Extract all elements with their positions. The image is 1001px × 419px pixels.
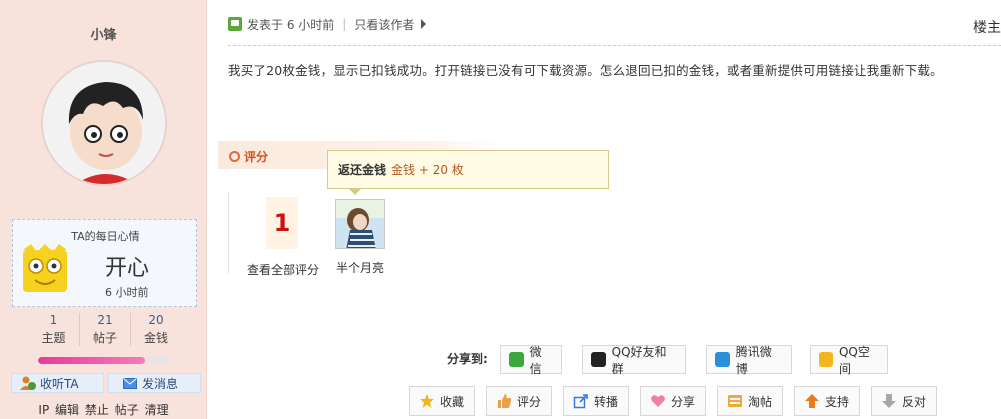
triangle-right-icon — [421, 19, 427, 29]
send-message-label: 发消息 — [142, 376, 179, 391]
follow-button[interactable]: 收听TA — [11, 373, 104, 393]
avatar-cartoon-image — [43, 62, 165, 184]
envelope-icon — [123, 377, 137, 389]
level-progress-bar — [38, 357, 168, 364]
tooltip-reward: 金钱 + 20 枚 — [391, 163, 464, 177]
admin-link-clean[interactable]: 清理 — [145, 403, 169, 417]
folder-icon — [728, 395, 742, 407]
rating-tooltip: 返还金钱 金钱 + 20 枚 — [327, 150, 609, 195]
arrow-up-icon — [805, 394, 819, 408]
star-icon — [420, 394, 434, 408]
share-action-label: 分享 — [671, 394, 696, 409]
tencent-weibo-icon — [715, 352, 730, 367]
wechat-icon — [509, 352, 524, 367]
user-stats: 1 主题 21 帖子 20 金钱 — [28, 313, 181, 346]
rating-label: 评分 — [244, 150, 269, 164]
collect-thread-button[interactable]: 淘帖 — [717, 386, 783, 416]
view-all-ratings-link[interactable]: 查看全部评分 — [247, 261, 319, 278]
posted-time: 发表于 6 小时前 — [247, 17, 335, 32]
stat-money[interactable]: 20 金钱 — [130, 313, 181, 346]
support-label: 支持 — [825, 394, 850, 409]
thumb-icon — [498, 394, 512, 408]
online-status-icon — [228, 17, 242, 31]
mood-title: TA的每日心情 — [71, 230, 140, 243]
share-qzone-label: QQ空间 — [838, 344, 870, 376]
rating-divider — [228, 192, 229, 274]
share-tencent-weibo-label: 腾讯微博 — [735, 344, 772, 376]
stat-threads[interactable]: 1 主题 — [28, 313, 79, 346]
share-qq-button[interactable]: QQ好友和群 — [582, 344, 686, 376]
author-only-link[interactable]: 只看该作者 — [354, 16, 414, 33]
admin-link-ban[interactable]: 禁止 — [85, 403, 109, 417]
rating-title: 评分 — [229, 148, 268, 165]
follow-user-icon — [20, 376, 36, 390]
rater-name[interactable]: 半个月亮 — [336, 259, 384, 276]
stat-threads-num[interactable]: 1 — [28, 313, 79, 327]
favorite-button[interactable]: 收藏 — [409, 386, 475, 416]
admin-links: IP 编辑 禁止 帖子 清理 — [0, 401, 207, 418]
mood-time: 6 小时前 — [105, 286, 149, 299]
author-sidebar: 小锋 TA的每日心情 开心 6 小时前 1 主题 21 帖子 20 金钱 收听T… — [0, 0, 207, 419]
divider: | — [342, 17, 347, 31]
qq-icon — [591, 352, 606, 367]
share-qzone-button[interactable]: QQ空间 — [810, 344, 888, 376]
level-progress-fill — [38, 357, 145, 364]
stat-posts[interactable]: 21 帖子 — [79, 313, 130, 346]
mood-value: 开心 — [105, 256, 150, 281]
send-message-button[interactable]: 发消息 — [108, 373, 201, 393]
stat-posts-label: 帖子 — [92, 331, 117, 345]
admin-link-ip[interactable]: IP — [38, 403, 49, 417]
rating-score: 1 — [266, 197, 298, 249]
oppose-label: 反对 — [902, 394, 927, 409]
daily-mood-box: TA的每日心情 开心 6 小时前 — [12, 219, 197, 307]
post-content: 我买了20枚金钱，显示已扣钱成功。打开链接已没有可下载资源。怎么退回已扣的金钱，… — [228, 63, 943, 78]
rater-photo-image — [336, 200, 384, 248]
follow-label: 收听TA — [40, 376, 79, 391]
admin-link-edit[interactable]: 编辑 — [55, 403, 79, 417]
share-button[interactable]: 分享 — [640, 386, 706, 416]
support-button[interactable]: 支持 — [794, 386, 860, 416]
stat-threads-label: 主题 — [41, 331, 66, 345]
rater-avatar[interactable] — [335, 199, 385, 249]
favorite-label: 收藏 — [440, 394, 465, 409]
share-label: 分享到: — [447, 352, 488, 366]
forward-button[interactable]: 转播 — [563, 386, 629, 416]
stat-money-label: 金钱 — [143, 331, 168, 345]
rate-label: 评分 — [517, 394, 542, 409]
floor-label[interactable]: 楼主 — [973, 17, 1001, 37]
share-tencent-weibo-button[interactable]: 腾讯微博 — [706, 344, 792, 376]
tooltip-title: 返还金钱 — [338, 163, 387, 177]
share-wechat-button[interactable]: 微信 — [500, 344, 562, 376]
share-qq-label: QQ好友和群 — [611, 344, 667, 376]
stat-posts-num[interactable]: 21 — [80, 313, 130, 327]
arrow-down-icon — [882, 394, 896, 408]
happy-face-icon — [21, 244, 69, 294]
oppose-button[interactable]: 反对 — [871, 386, 937, 416]
forward-label: 转播 — [594, 394, 619, 409]
rate-button[interactable]: 评分 — [486, 386, 552, 416]
heart-icon — [651, 395, 665, 407]
post-meta: 发表于 6 小时前 | 只看该作者 — [228, 14, 427, 34]
qzone-icon — [819, 352, 833, 367]
collect-thread-label: 淘帖 — [748, 394, 773, 409]
avatar[interactable] — [41, 60, 167, 186]
admin-link-posts[interactable]: 帖子 — [115, 403, 139, 417]
share-wechat-label: 微信 — [529, 344, 542, 376]
header-divider — [228, 45, 1001, 46]
circle-icon — [229, 151, 240, 162]
author-name[interactable]: 小锋 — [0, 24, 207, 43]
forward-icon — [573, 394, 588, 409]
stat-money-num[interactable]: 20 — [131, 313, 181, 327]
